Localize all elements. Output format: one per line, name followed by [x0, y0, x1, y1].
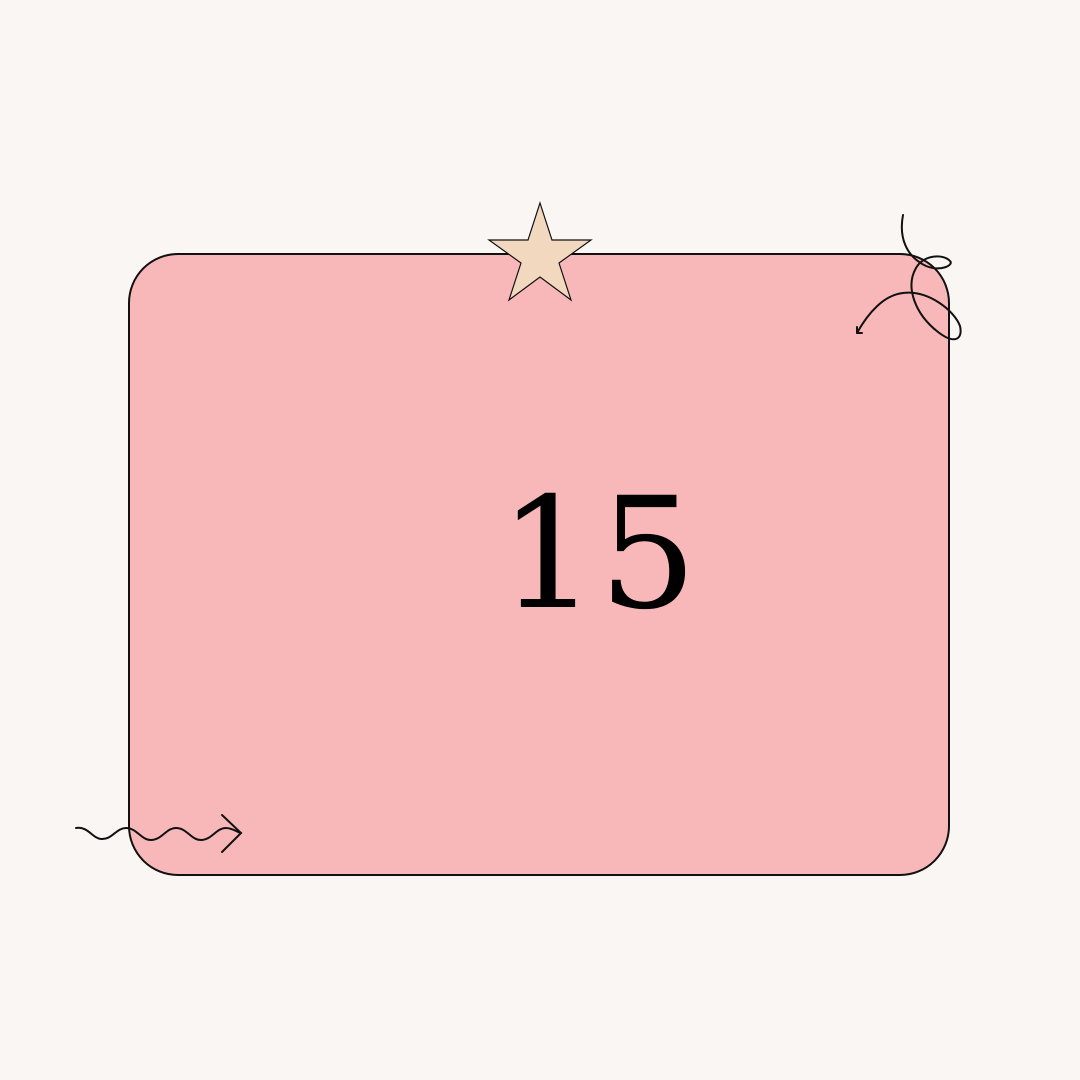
canvas: 15	[0, 0, 1080, 1080]
card-number: 15	[499, 465, 699, 644]
